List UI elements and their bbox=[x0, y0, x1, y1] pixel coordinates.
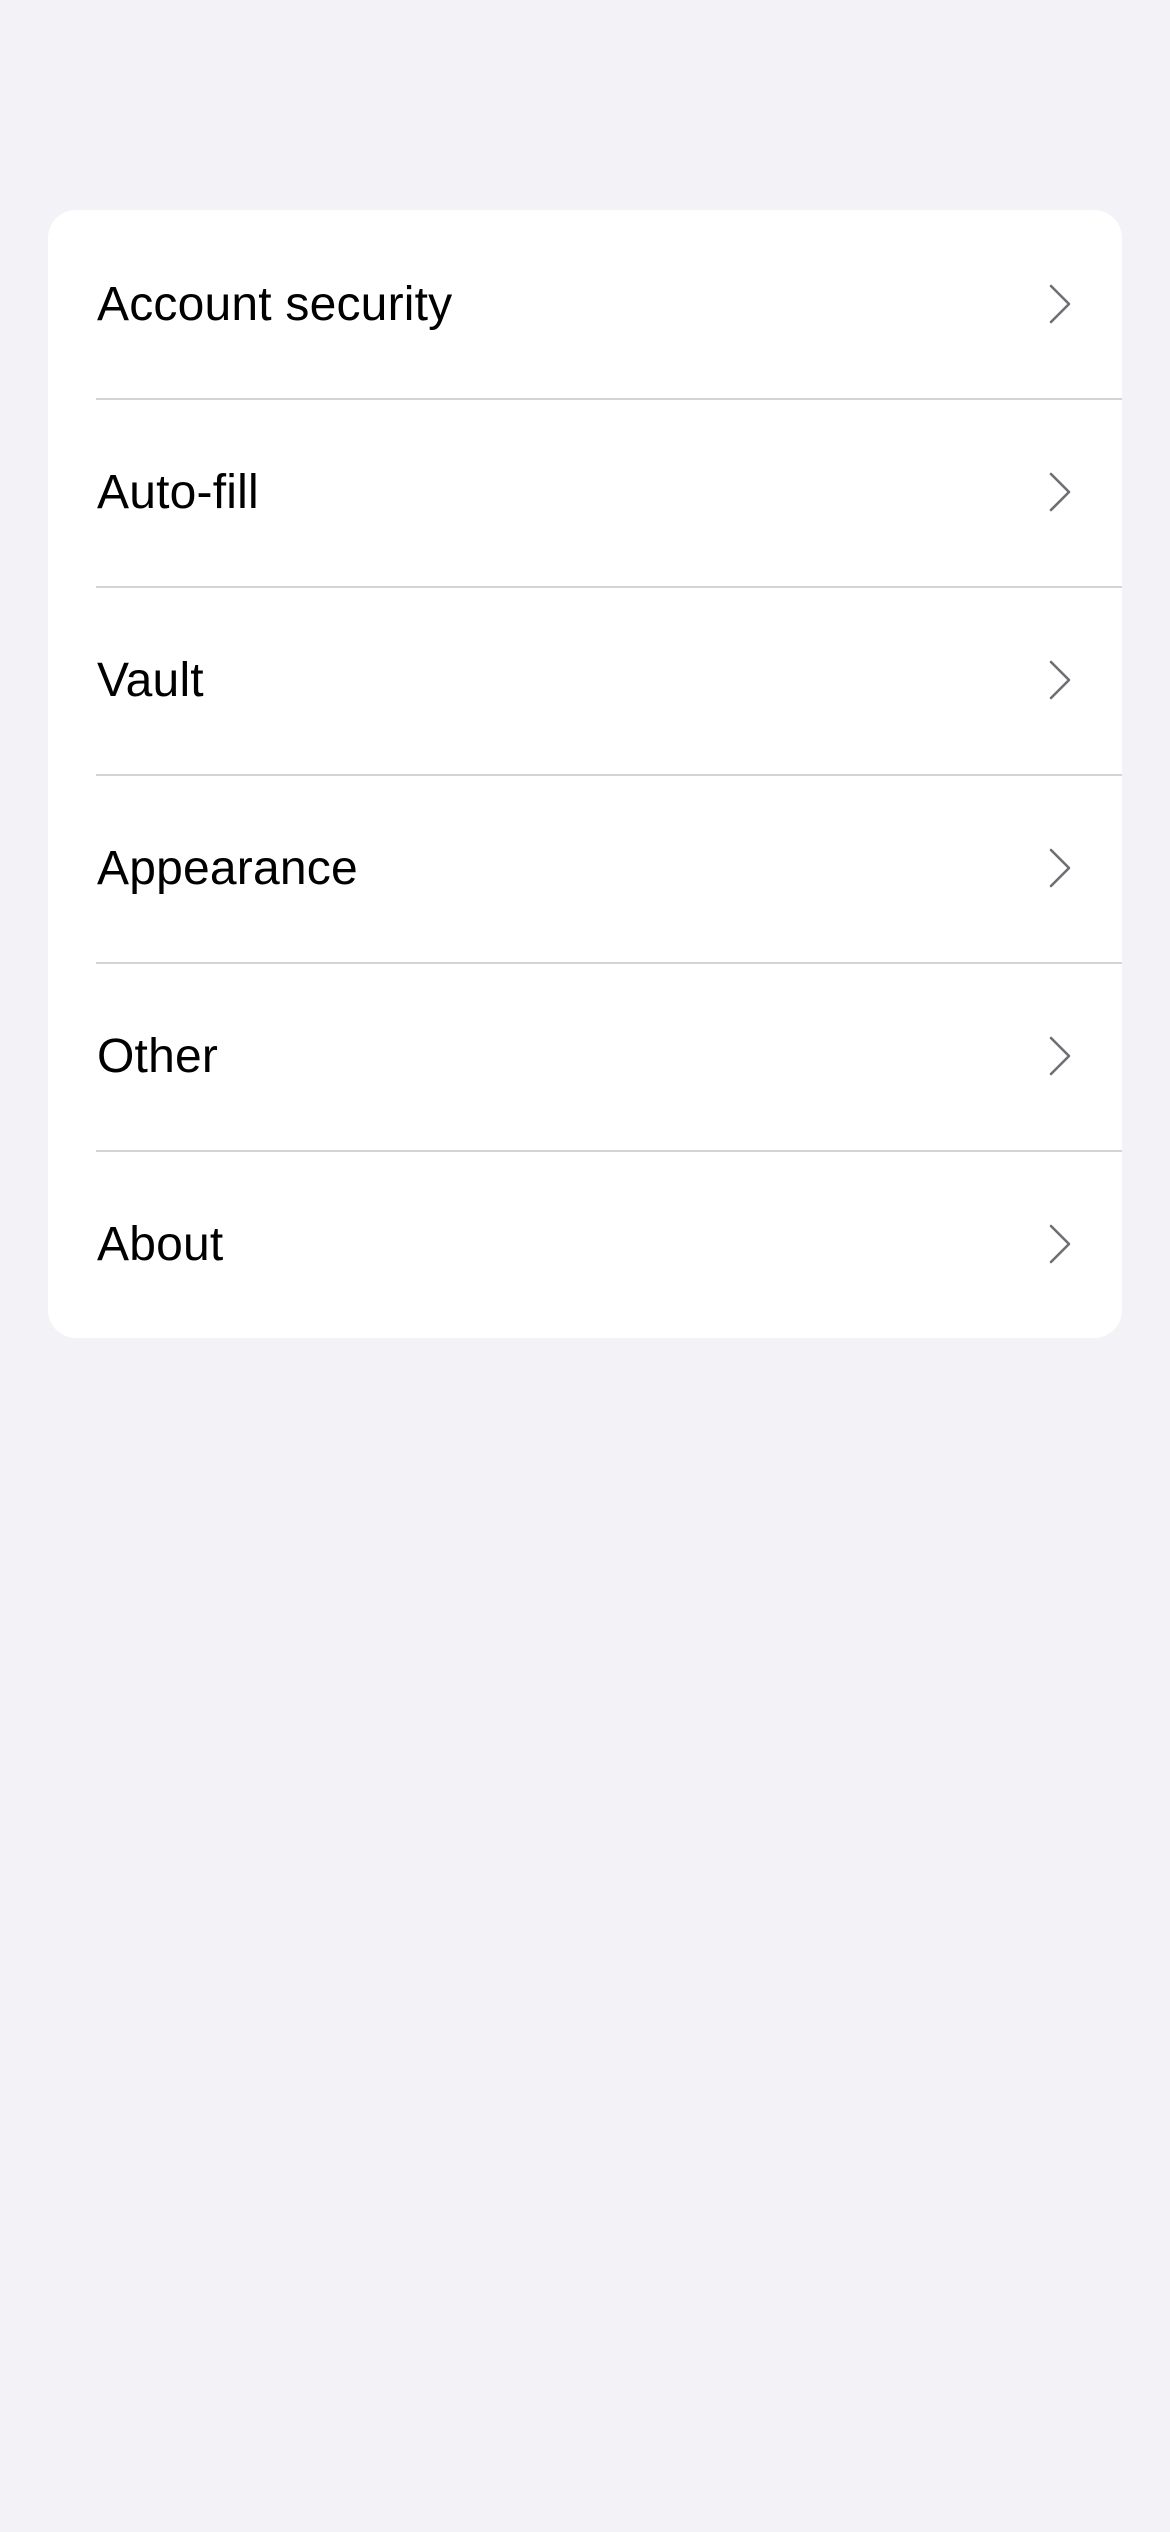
chevron-right-icon bbox=[1048, 1036, 1072, 1076]
settings-item-label: About bbox=[97, 1217, 224, 1271]
chevron-right-icon bbox=[1048, 284, 1072, 324]
chevron-right-icon bbox=[1048, 1224, 1072, 1264]
settings-item-label: Other bbox=[97, 1029, 219, 1083]
settings-item-label: Appearance bbox=[97, 841, 358, 895]
settings-item-vault[interactable]: Vault bbox=[48, 586, 1122, 774]
settings-list: Account security Auto-fill Vault Appeara… bbox=[48, 210, 1122, 1338]
chevron-right-icon bbox=[1048, 472, 1072, 512]
settings-item-label: Auto-fill bbox=[97, 465, 259, 519]
settings-item-other[interactable]: Other bbox=[48, 962, 1122, 1150]
settings-item-about[interactable]: About bbox=[48, 1150, 1122, 1338]
settings-item-account-security[interactable]: Account security bbox=[48, 210, 1122, 398]
chevron-right-icon bbox=[1048, 660, 1072, 700]
settings-item-appearance[interactable]: Appearance bbox=[48, 774, 1122, 962]
settings-item-label: Account security bbox=[97, 277, 453, 331]
chevron-right-icon bbox=[1048, 848, 1072, 888]
settings-item-auto-fill[interactable]: Auto-fill bbox=[48, 398, 1122, 586]
settings-item-label: Vault bbox=[97, 653, 204, 707]
